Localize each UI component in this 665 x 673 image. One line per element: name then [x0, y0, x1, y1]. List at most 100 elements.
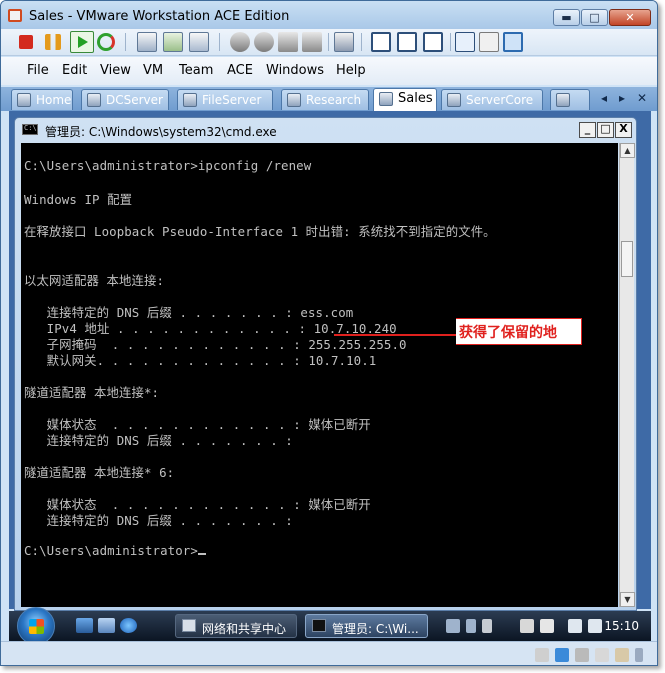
- quick-switch-icon[interactable]: [455, 32, 475, 52]
- titlebar[interactable]: Sales - VMware Workstation ACE Edition ▬…: [1, 1, 657, 29]
- network-adapter-icon[interactable]: [575, 648, 589, 662]
- message-log-icon[interactable]: [615, 648, 629, 662]
- cmd-window-controls: _ □ X: [578, 122, 632, 138]
- cmd-title: 管理员: C:\Windows\system32\cmd.exe: [45, 125, 277, 139]
- vmware-app-icon: [8, 9, 22, 22]
- tab-more[interactable]: [550, 89, 590, 110]
- vmware-window: Sales - VMware Workstation ACE Edition ▬…: [0, 0, 658, 666]
- tab-sales[interactable]: Sales: [373, 88, 437, 111]
- revert-snapshot-icon[interactable]: [163, 32, 183, 52]
- console-output[interactable]: C:\Users\administrator>ipconfig /renew W…: [21, 143, 618, 607]
- hard-disk-icon[interactable]: [535, 648, 549, 662]
- tray-expand-icon[interactable]: [482, 619, 492, 633]
- clock[interactable]: 15:10: [604, 619, 639, 633]
- scroll-down-icon[interactable]: ▼: [620, 592, 635, 607]
- taskbar-network-center[interactable]: 网络和共享中心: [175, 614, 297, 638]
- show-desktop-icon[interactable]: [76, 618, 93, 633]
- keyboard-icon[interactable]: [446, 619, 460, 633]
- menu-vm[interactable]: VM: [143, 63, 163, 78]
- help-icon[interactable]: [466, 619, 476, 633]
- menu-view[interactable]: View: [100, 63, 131, 78]
- minimize-icon: ▬: [561, 11, 572, 24]
- tab-scroll-left-icon[interactable]: ◂: [601, 91, 607, 105]
- summary-view-icon[interactable]: [371, 32, 391, 52]
- tab-scroll-right-icon[interactable]: ▸: [619, 91, 625, 105]
- menu-team[interactable]: Team: [179, 63, 213, 78]
- menu-file[interactable]: File: [27, 63, 49, 78]
- tab-close-icon[interactable]: ✕: [637, 91, 647, 105]
- pause-icon[interactable]: [45, 34, 61, 50]
- cmd-close-button[interactable]: X: [615, 122, 632, 138]
- cmd-minimize-button[interactable]: _: [579, 122, 596, 138]
- tab-fileserver[interactable]: FileServer: [177, 89, 273, 110]
- guest-taskbar: 网络和共享中心 管理员: C:\Wi... 15:10: [9, 607, 651, 645]
- snapshot-manager-icon[interactable]: [189, 32, 209, 52]
- sound-icon[interactable]: [302, 32, 322, 52]
- vm-icon: [87, 93, 101, 107]
- resize-grip-icon[interactable]: [635, 648, 643, 662]
- scroll-thumb[interactable]: [621, 241, 633, 277]
- cmd-icon: C:\: [22, 124, 38, 135]
- window-controls: ▬ □ ✕: [552, 9, 651, 26]
- taskbar-cmd[interactable]: 管理员: C:\Wi...: [305, 614, 428, 638]
- fullscreen-icon[interactable]: [423, 32, 443, 52]
- close-icon: X: [619, 122, 628, 135]
- vm-icon: [379, 92, 393, 106]
- tab-servercore[interactable]: ServerCore: [441, 89, 543, 110]
- settings-icon[interactable]: [230, 32, 250, 52]
- menu-windows[interactable]: Windows: [266, 63, 324, 78]
- vm-icon: [556, 93, 570, 107]
- usb-icon[interactable]: [278, 32, 298, 52]
- play-icon[interactable]: [70, 31, 94, 53]
- menu-edit[interactable]: Edit: [62, 63, 87, 78]
- network-status-icon[interactable]: [520, 619, 534, 633]
- network-tray-icon[interactable]: [568, 619, 582, 633]
- network-icon: [182, 619, 196, 632]
- maximize-icon: □: [589, 11, 600, 24]
- vmware-tools-icon[interactable]: [540, 619, 554, 633]
- vm-icon: [183, 93, 197, 107]
- menu-ace[interactable]: ACE: [227, 63, 253, 78]
- close-icon: ✕: [625, 11, 635, 24]
- cmd-maximize-button[interactable]: □: [597, 122, 614, 138]
- capture-icon[interactable]: [334, 32, 354, 52]
- annotation-callout: 获得了保留的地: [456, 318, 582, 345]
- menu-help[interactable]: Help: [336, 63, 366, 78]
- internet-explorer-icon[interactable]: [120, 618, 137, 633]
- switch-windows-icon[interactable]: [98, 618, 115, 633]
- console-line: 默认网关. . . . . . . . . . . . . : 10.7.10.…: [24, 353, 377, 368]
- maximize-button[interactable]: □: [581, 9, 608, 26]
- maximize-icon: □: [600, 122, 611, 135]
- close-button[interactable]: ✕: [609, 9, 651, 26]
- start-button[interactable]: [17, 607, 55, 645]
- reset-icon[interactable]: [97, 33, 115, 51]
- window-title: Sales - VMware Workstation ACE Edition: [29, 9, 290, 24]
- tab-research[interactable]: Research: [281, 89, 369, 110]
- console-line: 在释放接口 Loopback Pseudo-Interface 1 时出错: 系…: [24, 224, 496, 239]
- unity-icon[interactable]: [479, 32, 499, 52]
- console-line: 以太网适配器 本地连接:: [24, 273, 165, 288]
- network-icon[interactable]: [254, 32, 274, 52]
- snapshot-icon[interactable]: [137, 32, 157, 52]
- tab-home[interactable]: Home: [11, 89, 73, 110]
- scroll-up-icon[interactable]: ▲: [620, 143, 635, 158]
- cmd-window: C:\ 管理员: C:\Windows\system32\cmd.exe _ □…: [14, 117, 637, 611]
- vmware-statusbar: [1, 641, 657, 665]
- volume-icon[interactable]: [588, 619, 602, 633]
- cmd-icon: [312, 619, 326, 632]
- stop-icon[interactable]: [19, 35, 33, 49]
- console-line: Windows IP 配置: [24, 192, 133, 207]
- console-view-icon[interactable]: [397, 32, 417, 52]
- sound-device-icon[interactable]: [595, 648, 609, 662]
- tab-dcserver[interactable]: DCServer: [81, 89, 169, 110]
- minimize-button[interactable]: ▬: [553, 9, 580, 26]
- cmd-titlebar[interactable]: C:\ 管理员: C:\Windows\system32\cmd.exe _ □…: [15, 118, 636, 142]
- toolbar: [1, 29, 657, 56]
- cd-drive-icon[interactable]: [555, 648, 569, 662]
- library-icon[interactable]: [503, 32, 523, 52]
- console-scrollbar[interactable]: ▲ ▼: [619, 143, 635, 607]
- console-prompt-line: C:\Users\administrator>: [24, 543, 206, 558]
- home-icon: [17, 93, 31, 107]
- vm-icon: [287, 93, 301, 107]
- console-line: 隧道适配器 本地连接* 6:: [24, 465, 175, 480]
